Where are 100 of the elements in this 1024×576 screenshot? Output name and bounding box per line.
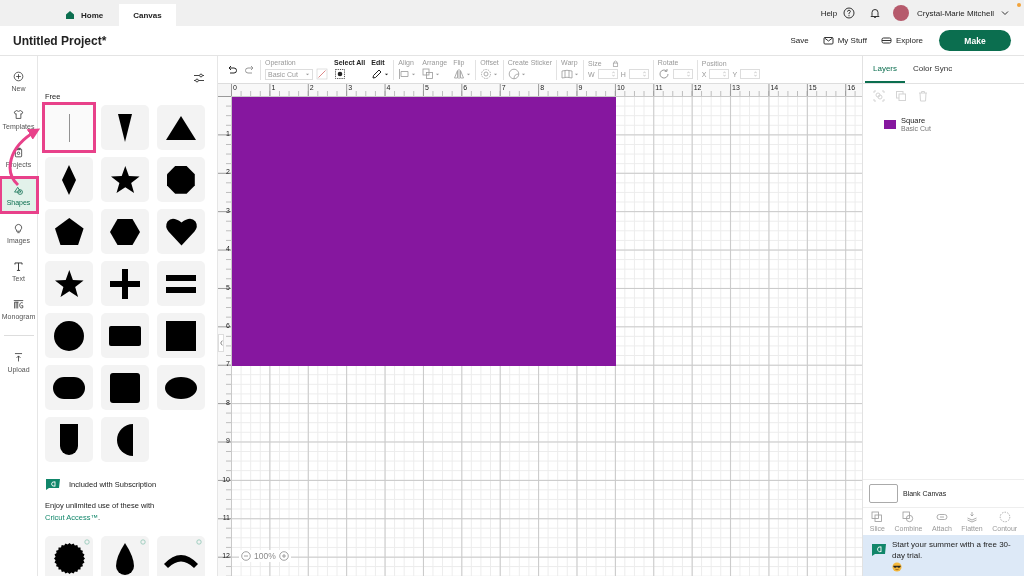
contour-icon	[998, 511, 1011, 523]
edit-menu-button[interactable]	[371, 68, 390, 80]
star-icon	[110, 165, 140, 194]
drop-icon	[116, 542, 134, 575]
header-link[interactable]: Save	[790, 36, 809, 45]
shape-tile[interactable]	[157, 313, 205, 358]
sunglasses-face-icon	[892, 562, 902, 572]
arch-icon	[60, 424, 78, 455]
octagon-icon	[167, 165, 195, 194]
promo-banner[interactable]: Start your summer with a free 30-day trial.	[863, 535, 1024, 576]
shape-tile[interactable]	[45, 536, 93, 576]
shape-tile[interactable]	[45, 313, 93, 358]
clipboard-icon	[13, 146, 24, 158]
line-icon	[68, 113, 70, 142]
shape-tile[interactable]	[45, 417, 93, 462]
blank-canvas-swatch[interactable]	[869, 484, 898, 503]
caret-icon	[466, 71, 472, 77]
triangle-icon	[166, 115, 196, 140]
number-field[interactable]	[672, 69, 693, 79]
lightbulb-icon	[13, 222, 24, 234]
shape-tile[interactable]	[45, 261, 93, 306]
shape-tile[interactable]	[101, 536, 149, 576]
equals-icon	[166, 274, 196, 293]
shape-tile[interactable]	[101, 105, 149, 150]
select-all-icon[interactable]	[334, 68, 346, 80]
bus-icon	[880, 35, 892, 46]
access-logo-icon	[871, 543, 887, 557]
help-icon[interactable]	[843, 7, 856, 19]
panel-tab[interactable]: Color Sync	[905, 56, 961, 83]
caret-icon	[411, 71, 417, 77]
top-tab[interactable]: Home	[55, 4, 114, 26]
bell-icon[interactable]	[869, 7, 882, 19]
shape-tile[interactable]	[45, 105, 93, 150]
caret-icon	[574, 71, 580, 77]
shape-tile[interactable]	[157, 261, 205, 306]
header-link[interactable]: Explore	[880, 35, 923, 46]
shape-tile[interactable]	[101, 261, 149, 306]
filter-sliders-icon[interactable]	[193, 72, 205, 84]
zoom-level: 100%	[254, 551, 276, 561]
header-link[interactable]: My Stuff	[822, 35, 867, 46]
shape-tile[interactable]	[157, 105, 205, 150]
warp-icon	[561, 68, 574, 80]
monogram-icon	[13, 298, 24, 310]
sticker-icon	[507, 68, 520, 80]
pill-icon	[53, 376, 85, 399]
square-icon	[166, 320, 196, 351]
project-title: Untitled Project*	[13, 33, 107, 48]
undo-icon[interactable]	[226, 63, 238, 76]
shape-tile[interactable]	[101, 157, 149, 202]
user-name[interactable]: Crystal-Marie Mitchell	[917, 8, 994, 18]
chevron-left-icon	[218, 339, 224, 347]
number-field[interactable]	[628, 69, 649, 79]
shape-tile[interactable]	[45, 157, 93, 202]
shape-tile[interactable]	[101, 313, 149, 358]
combine-icon	[902, 511, 915, 523]
shape-tile[interactable]	[157, 365, 205, 410]
help-label[interactable]: Help	[820, 8, 838, 18]
avatar[interactable]	[893, 5, 910, 21]
caret-icon	[384, 71, 390, 77]
pentagon-icon	[54, 217, 84, 246]
spinner-icon	[723, 71, 727, 77]
rounded-square-icon	[110, 372, 140, 403]
top-tab[interactable]: Canvas	[119, 4, 176, 26]
align-icon	[398, 68, 411, 80]
shape-tile[interactable]	[45, 209, 93, 254]
shape-tile[interactable]	[101, 209, 149, 254]
shirt-icon	[13, 108, 24, 120]
panel-tab[interactable]: Layers	[865, 56, 905, 83]
access-badge-icon	[84, 539, 90, 545]
shape-tile[interactable]	[157, 536, 205, 576]
shape-tile[interactable]	[101, 417, 149, 462]
shapes-icon	[13, 184, 24, 196]
slice-icon	[871, 511, 884, 523]
plus-circle-icon	[13, 70, 24, 82]
shape-tile[interactable]	[45, 365, 93, 410]
shape-tile[interactable]	[157, 209, 205, 254]
rectangle-icon	[109, 325, 141, 346]
notification-dot	[1017, 3, 1021, 7]
seal-icon	[53, 543, 85, 574]
number-field[interactable]	[709, 69, 730, 79]
panel-collapse-handle[interactable]	[218, 334, 224, 352]
chevron-down-icon[interactable]	[1000, 8, 1010, 18]
shape-tile[interactable]	[157, 157, 205, 202]
ellipse-icon	[165, 376, 197, 399]
number-field[interactable]	[597, 69, 618, 79]
number-field[interactable]	[740, 69, 761, 79]
pencil-icon	[371, 68, 384, 80]
slashed-pen-icon[interactable]	[316, 68, 328, 80]
diamond-icon	[62, 164, 76, 195]
access-badge-icon	[196, 539, 202, 545]
spinner-icon	[754, 71, 758, 77]
access-badge-icon	[140, 539, 146, 545]
caret-icon	[435, 71, 441, 77]
caret-icon	[305, 71, 310, 77]
shape-tile[interactable]	[101, 365, 149, 410]
upload-icon	[13, 351, 24, 363]
flatten-icon	[966, 511, 979, 523]
text-icon	[13, 260, 24, 272]
flip-icon	[453, 68, 466, 80]
make-button[interactable]: Make	[939, 30, 1011, 51]
